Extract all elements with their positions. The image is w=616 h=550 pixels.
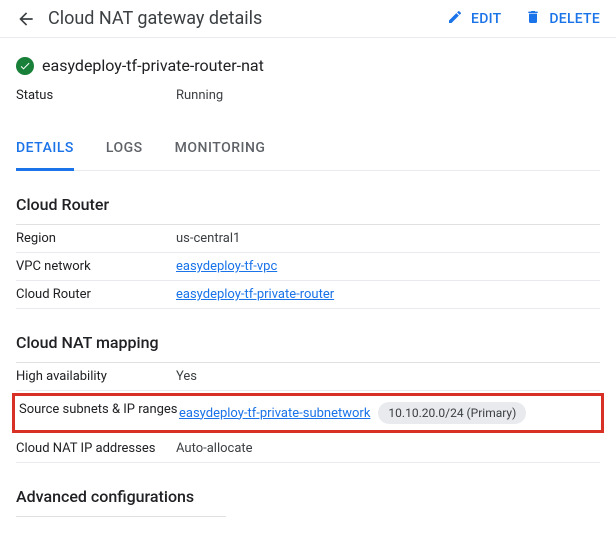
cloud-router-label: Cloud Router	[16, 287, 176, 302]
vpc-label: VPC network	[16, 259, 176, 274]
subnetwork-link[interactable]: easydeploy-tf-private-subnetwork	[179, 406, 370, 421]
section-cloud-router-title: Cloud Router	[16, 195, 600, 214]
subnets-label: Source subnets & IP ranges	[19, 402, 179, 417]
tab-monitoring[interactable]: MONITORING	[175, 128, 266, 171]
status-running-icon	[16, 57, 34, 75]
edit-button[interactable]: EDIT	[447, 9, 501, 29]
nat-ips-label: Cloud NAT IP addresses	[16, 441, 176, 456]
status-value: Running	[176, 88, 223, 103]
resource-name: easydeploy-tf-private-router-nat	[42, 56, 264, 75]
section-advanced-title: Advanced configurations	[16, 487, 600, 506]
page-title: Cloud NAT gateway details	[48, 8, 435, 29]
tab-logs[interactable]: LOGS	[106, 128, 143, 171]
trash-icon	[525, 9, 541, 29]
delete-label: DELETE	[549, 11, 600, 27]
cloud-router-link[interactable]: easydeploy-tf-private-router	[176, 287, 334, 302]
vpc-link[interactable]: easydeploy-tf-vpc	[176, 259, 277, 274]
subnet-range-chip: 10.10.20.0/24 (Primary)	[378, 402, 526, 424]
nat-ips-value: Auto-allocate	[176, 441, 253, 456]
region-value: us-central1	[176, 231, 240, 246]
section-nat-mapping-title: Cloud NAT mapping	[16, 333, 600, 352]
highlighted-row: Source subnets & IP ranges easydeploy-tf…	[12, 393, 604, 433]
edit-label: EDIT	[471, 11, 501, 27]
back-arrow-icon[interactable]	[16, 9, 36, 29]
ha-label: High availability	[16, 369, 176, 384]
pencil-icon	[447, 9, 463, 29]
delete-button[interactable]: DELETE	[525, 9, 600, 29]
status-label: Status	[16, 88, 176, 103]
tab-details[interactable]: DETAILS	[16, 128, 74, 171]
tabs: DETAILS LOGS MONITORING	[16, 128, 600, 171]
ha-value: Yes	[176, 369, 197, 384]
region-label: Region	[16, 231, 176, 246]
divider	[16, 516, 226, 517]
